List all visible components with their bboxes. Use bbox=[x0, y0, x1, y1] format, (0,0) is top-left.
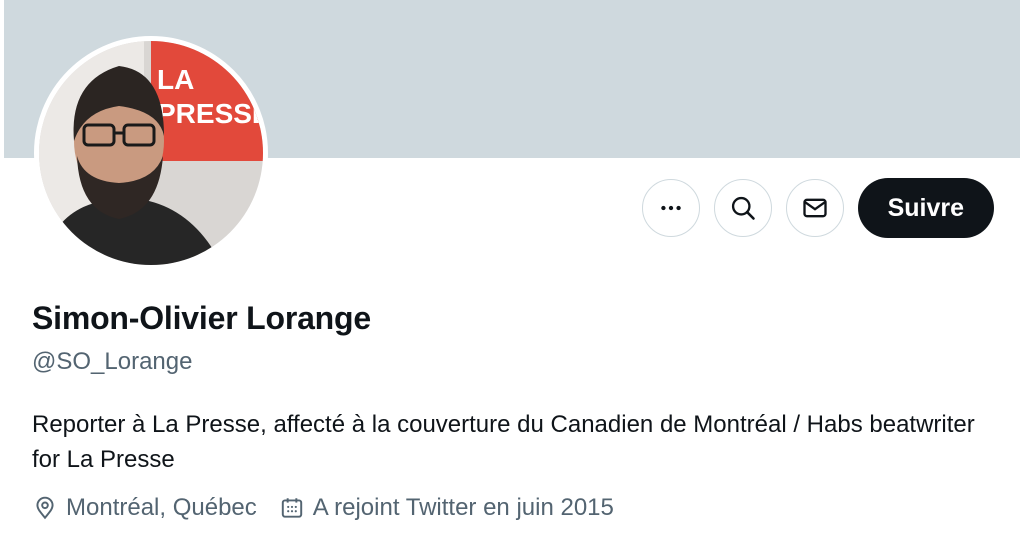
search-button[interactable] bbox=[713, 179, 772, 237]
message-button[interactable] bbox=[785, 179, 844, 237]
location: Montréal, Québec bbox=[32, 494, 257, 522]
logo-text-la: LA bbox=[157, 64, 194, 95]
profile-meta: Montréal, Québec A rejoint Twitter en ju… bbox=[32, 494, 636, 522]
join-date-text: A rejoint Twitter en juin 2015 bbox=[312, 494, 614, 521]
avatar[interactable]: LA PRESSE bbox=[34, 36, 268, 270]
location-text: Montréal, Québec bbox=[66, 494, 257, 521]
search-icon bbox=[731, 196, 755, 220]
calendar-icon bbox=[281, 498, 302, 518]
mail-icon bbox=[802, 198, 827, 218]
display-name: Simon-Olivier Lorange bbox=[32, 300, 371, 336]
profile-header: LA PRESSE Suivre Simon-Olivier Lorange @… bbox=[4, 0, 1020, 542]
avatar-photo: LA PRESSE bbox=[39, 41, 263, 265]
more-dots-icon bbox=[660, 205, 681, 211]
user-handle: @SO_Lorange bbox=[32, 348, 193, 375]
profile-actions: Suivre bbox=[641, 178, 994, 238]
join-date: A rejoint Twitter en juin 2015 bbox=[279, 494, 614, 522]
more-button[interactable] bbox=[641, 179, 700, 237]
bio: Reporter à La Presse, affecté à la couve… bbox=[32, 411, 975, 473]
location-pin-icon bbox=[36, 496, 54, 520]
follow-button[interactable]: Suivre bbox=[857, 178, 994, 238]
logo-text-presse: PRESSE bbox=[157, 98, 263, 129]
